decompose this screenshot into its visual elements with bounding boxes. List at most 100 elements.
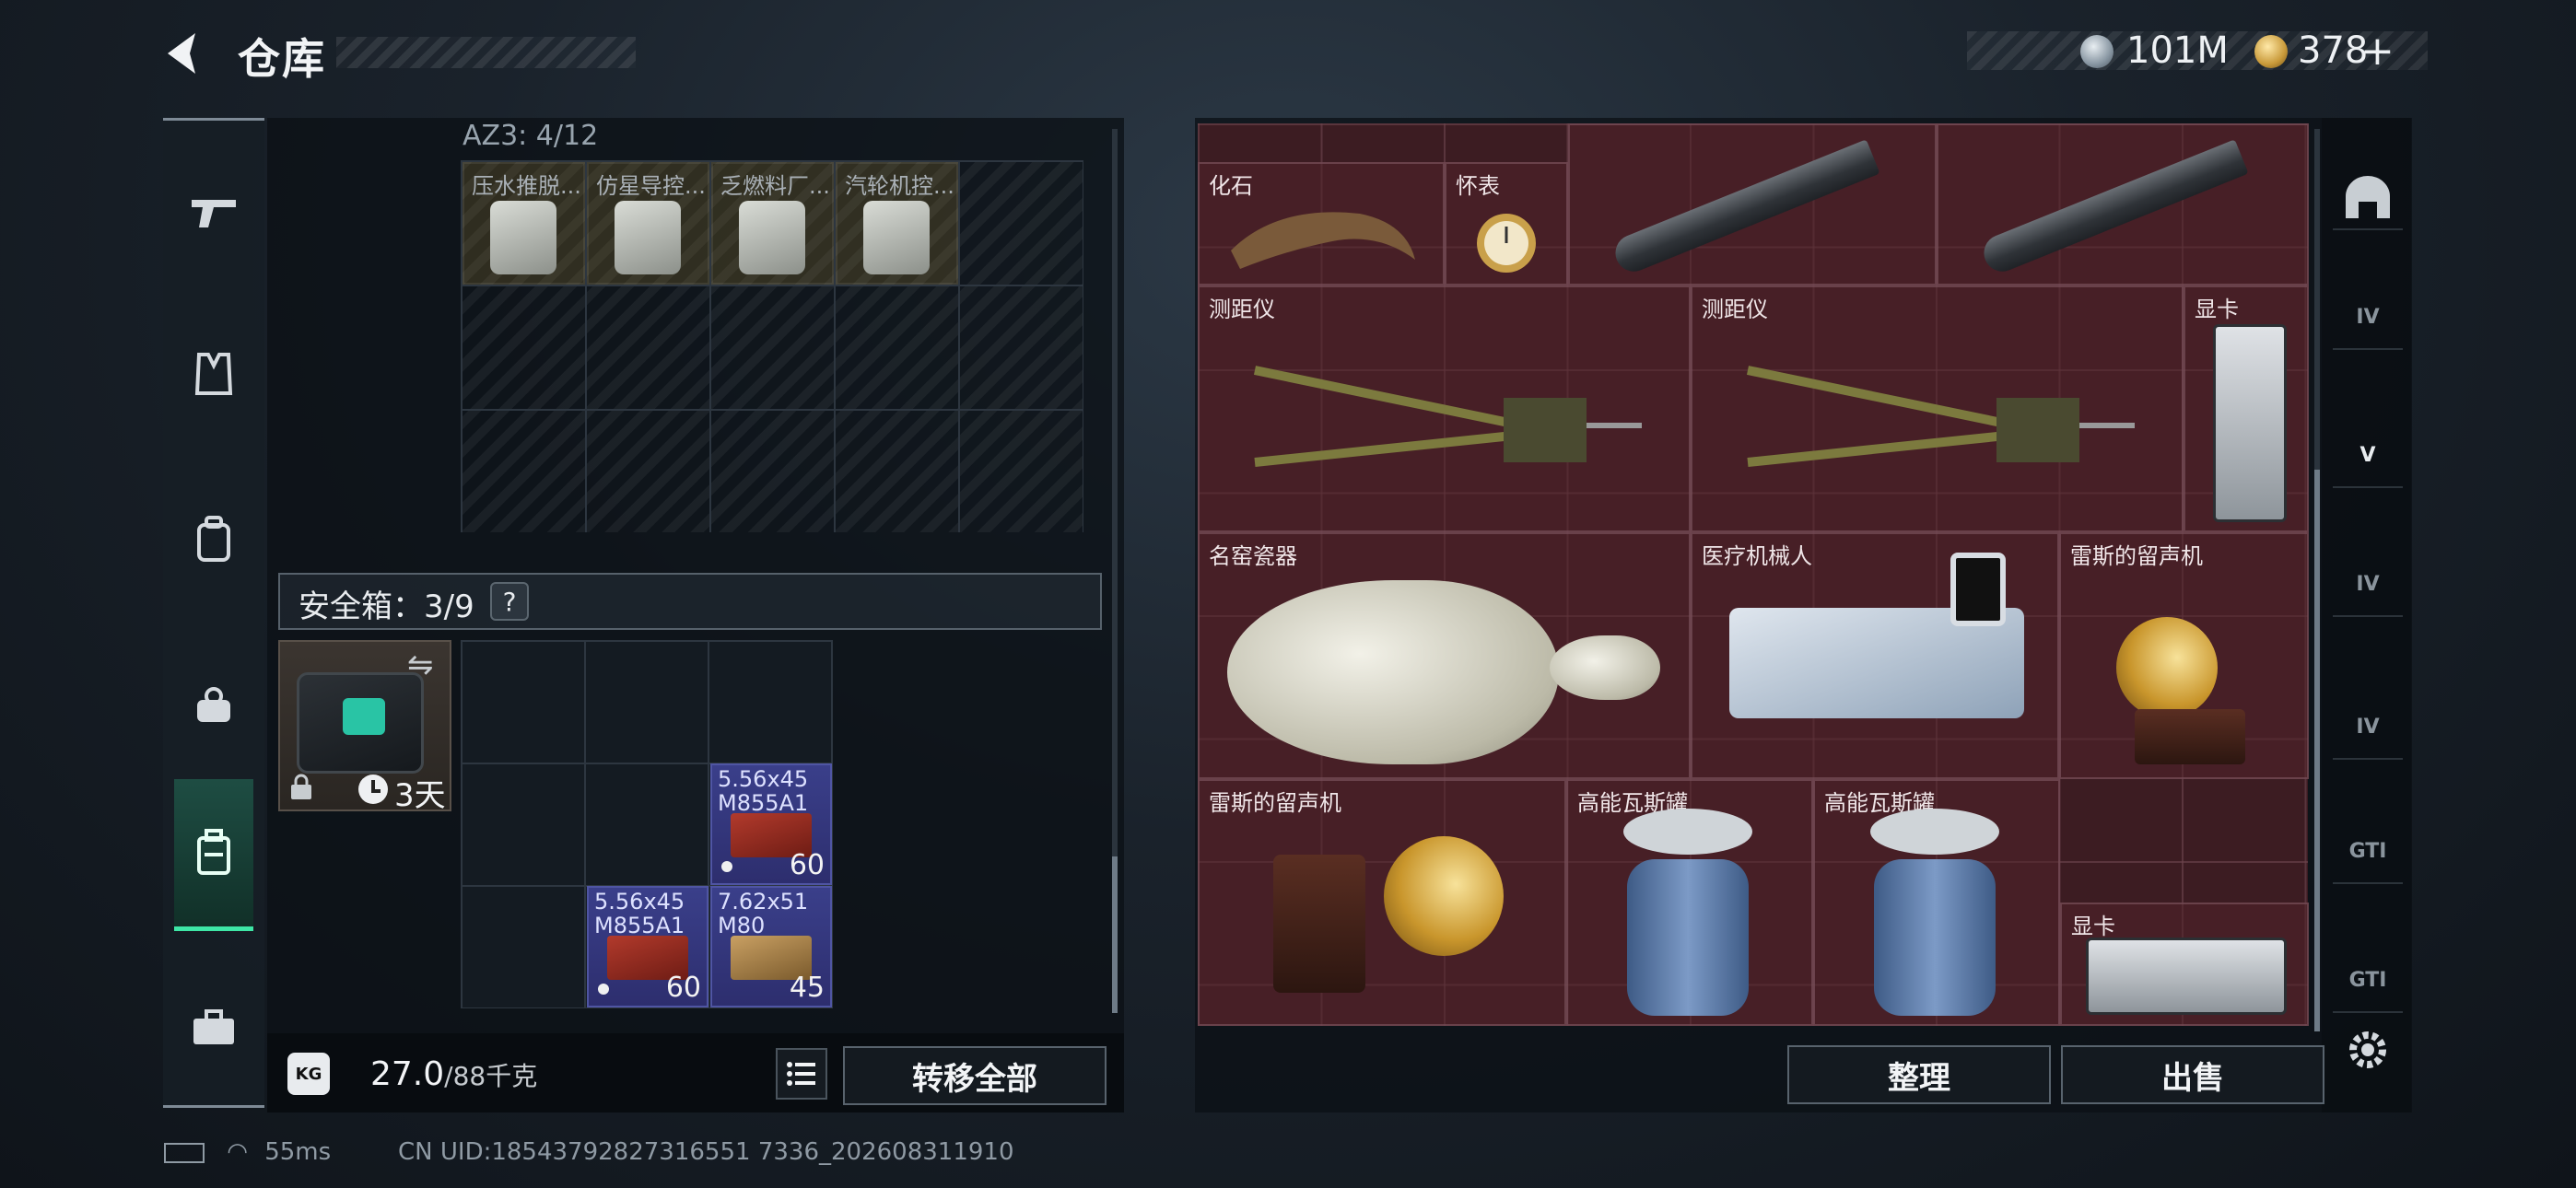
item-label: 压水推脱... xyxy=(472,173,581,199)
current-weight: 27.0 xyxy=(370,1055,445,1093)
battery-icon xyxy=(164,1142,205,1163)
ammo-item[interactable]: 5.56x45 M855A1 60 xyxy=(710,763,832,885)
graphics-card-icon xyxy=(2086,938,2287,1015)
inventory-item[interactable]: 怀表 xyxy=(1445,162,1568,285)
inventory-item[interactable]: 名窑瓷器 xyxy=(1198,532,1691,779)
graphics-card-icon xyxy=(2213,324,2287,522)
gas-canister-icon xyxy=(1874,859,1996,1016)
gold-coin-icon xyxy=(2254,35,2288,68)
user-id: CN UID:18543792827316551 7336_2026083119… xyxy=(398,1138,1014,1166)
ammo-count: 60 xyxy=(789,849,825,881)
safe-box-duration: 3天 xyxy=(394,777,446,814)
inventory-item[interactable]: 显卡 xyxy=(2060,903,2309,1026)
clock-icon xyxy=(358,775,388,804)
stash-scroll-thumb[interactable] xyxy=(1112,856,1118,1013)
item-label: 仿星导控... xyxy=(596,173,706,199)
item-label: 雷斯的留声机 xyxy=(1209,790,1341,816)
ammo-type: M80 xyxy=(718,913,766,938)
inventory-scroll-thumb[interactable] xyxy=(2314,470,2320,1031)
rangefinder-icon xyxy=(1746,366,2135,467)
rocket-icon xyxy=(1978,139,2249,277)
ammo-item[interactable]: 5.56x45 M855A1 60 xyxy=(587,886,708,1007)
item-label: 医疗机械人 xyxy=(1702,543,1812,569)
add-currency-icon[interactable]: + xyxy=(2360,28,2395,75)
case-level-v-icon[interactable]: V xyxy=(2333,424,2403,488)
inventory-item[interactable] xyxy=(1568,123,1937,285)
az-section-label: AZ3: 4/12 xyxy=(463,120,599,152)
gold-currency-amount: 378 xyxy=(2298,29,2369,72)
inventory-item[interactable]: 化石 xyxy=(1198,162,1445,285)
backpack-icon[interactable] xyxy=(163,489,264,590)
weight-icon: KG xyxy=(287,1053,330,1095)
status-bar: ◠ 55ms xyxy=(164,1138,331,1166)
rocket-icon xyxy=(1610,139,1880,277)
ammo-caliber: 7.62x51 xyxy=(718,889,809,914)
equipment-rail xyxy=(163,118,264,1108)
robot-screen-icon xyxy=(1950,553,2006,626)
gramophone-icon xyxy=(1384,836,1504,956)
inventory-item[interactable]: 高能瓦斯罐 xyxy=(1813,779,2060,1026)
chest-rig-icon[interactable] xyxy=(163,655,264,756)
inventory-item[interactable]: 雷斯的留声机 xyxy=(1198,779,1566,1026)
gramophone-base-icon xyxy=(2135,709,2245,764)
az-item[interactable]: 汽轮机控... xyxy=(836,162,958,285)
item-label: 雷斯的留声机 xyxy=(2070,543,2203,569)
pistol-icon[interactable] xyxy=(163,162,264,263)
device-icon xyxy=(490,201,556,274)
case-level-iv-icon[interactable]: IV xyxy=(2333,695,2403,760)
gas-burner-icon xyxy=(1870,809,1999,855)
ammo-type: M855A1 xyxy=(718,790,809,816)
safe-case-icon[interactable] xyxy=(174,779,253,931)
az-item[interactable]: 乏燃料厂... xyxy=(711,162,834,285)
sort-button[interactable]: 整理 xyxy=(1787,1045,2051,1104)
device-icon xyxy=(739,201,805,274)
ammo-count: 60 xyxy=(665,972,701,1004)
device-icon xyxy=(863,201,930,274)
transfer-all-button[interactable]: 转移全部 xyxy=(843,1046,1107,1105)
briefcase-icon[interactable] xyxy=(163,977,264,1078)
case-level-iv-icon[interactable]: IV xyxy=(2333,553,2403,617)
item-label: 显卡 xyxy=(2195,297,2239,322)
inventory-item[interactable]: 测距仪 xyxy=(1198,285,1691,532)
case-gti-icon[interactable]: GTI xyxy=(2333,949,2403,1013)
item-label: 乏燃料厂... xyxy=(720,173,830,199)
safe-case-accent xyxy=(343,698,385,735)
inventory-item[interactable]: 测距仪 xyxy=(1691,285,2184,532)
ammo-marker xyxy=(721,861,732,872)
ping-readout: 55ms xyxy=(264,1138,332,1166)
vest-icon[interactable] xyxy=(163,323,264,425)
inventory-item[interactable]: 医疗机械人 xyxy=(1691,532,2059,779)
item-label: 测距仪 xyxy=(1702,297,1768,322)
item-label: 怀表 xyxy=(1456,173,1500,199)
pocket-watch-icon xyxy=(1477,214,1536,273)
help-icon[interactable]: ? xyxy=(490,582,529,621)
swap-icon[interactable]: ⇋ xyxy=(407,646,434,683)
item-label: 汽轮机控... xyxy=(845,173,954,199)
wifi-icon: ◠ xyxy=(227,1138,248,1166)
inventory-item[interactable]: 高能瓦斯罐 xyxy=(1566,779,1813,1026)
inventory-item[interactable] xyxy=(1937,123,2309,285)
gear-icon[interactable] xyxy=(2345,1027,2391,1077)
ammo-caliber: 5.56x45 xyxy=(718,766,809,792)
az-item[interactable]: 压水推脱... xyxy=(463,162,585,285)
item-label: 显卡 xyxy=(2071,914,2115,939)
fossil-icon xyxy=(1231,212,1415,269)
case-level-iv-icon[interactable]: IV xyxy=(2333,285,2403,350)
lock-icon xyxy=(289,774,313,808)
inventory-item[interactable]: 显卡 xyxy=(2184,285,2309,532)
sell-button[interactable]: 出售 xyxy=(2061,1045,2324,1104)
back-arrow-icon[interactable] xyxy=(158,28,210,79)
safe-box-title: 安全箱：3/9 xyxy=(299,588,474,625)
silver-currency-amount: 101M xyxy=(2126,29,2229,72)
gramophone-base-icon xyxy=(1273,855,1365,993)
ammo-item[interactable]: 7.62x51 M80 45 xyxy=(710,886,832,1007)
gas-canister-icon xyxy=(1627,859,1749,1016)
case-gti-icon[interactable]: GTI xyxy=(2333,820,2403,884)
az-item[interactable]: 仿星导控... xyxy=(587,162,709,285)
list-view-button[interactable] xyxy=(776,1048,827,1100)
bunker-icon[interactable] xyxy=(2333,166,2403,230)
vase-neck-icon xyxy=(1550,635,1660,700)
silver-coin-icon xyxy=(2080,35,2113,68)
inventory-item[interactable]: 雷斯的留声机 xyxy=(2059,532,2309,779)
ammo-count: 45 xyxy=(789,972,825,1004)
